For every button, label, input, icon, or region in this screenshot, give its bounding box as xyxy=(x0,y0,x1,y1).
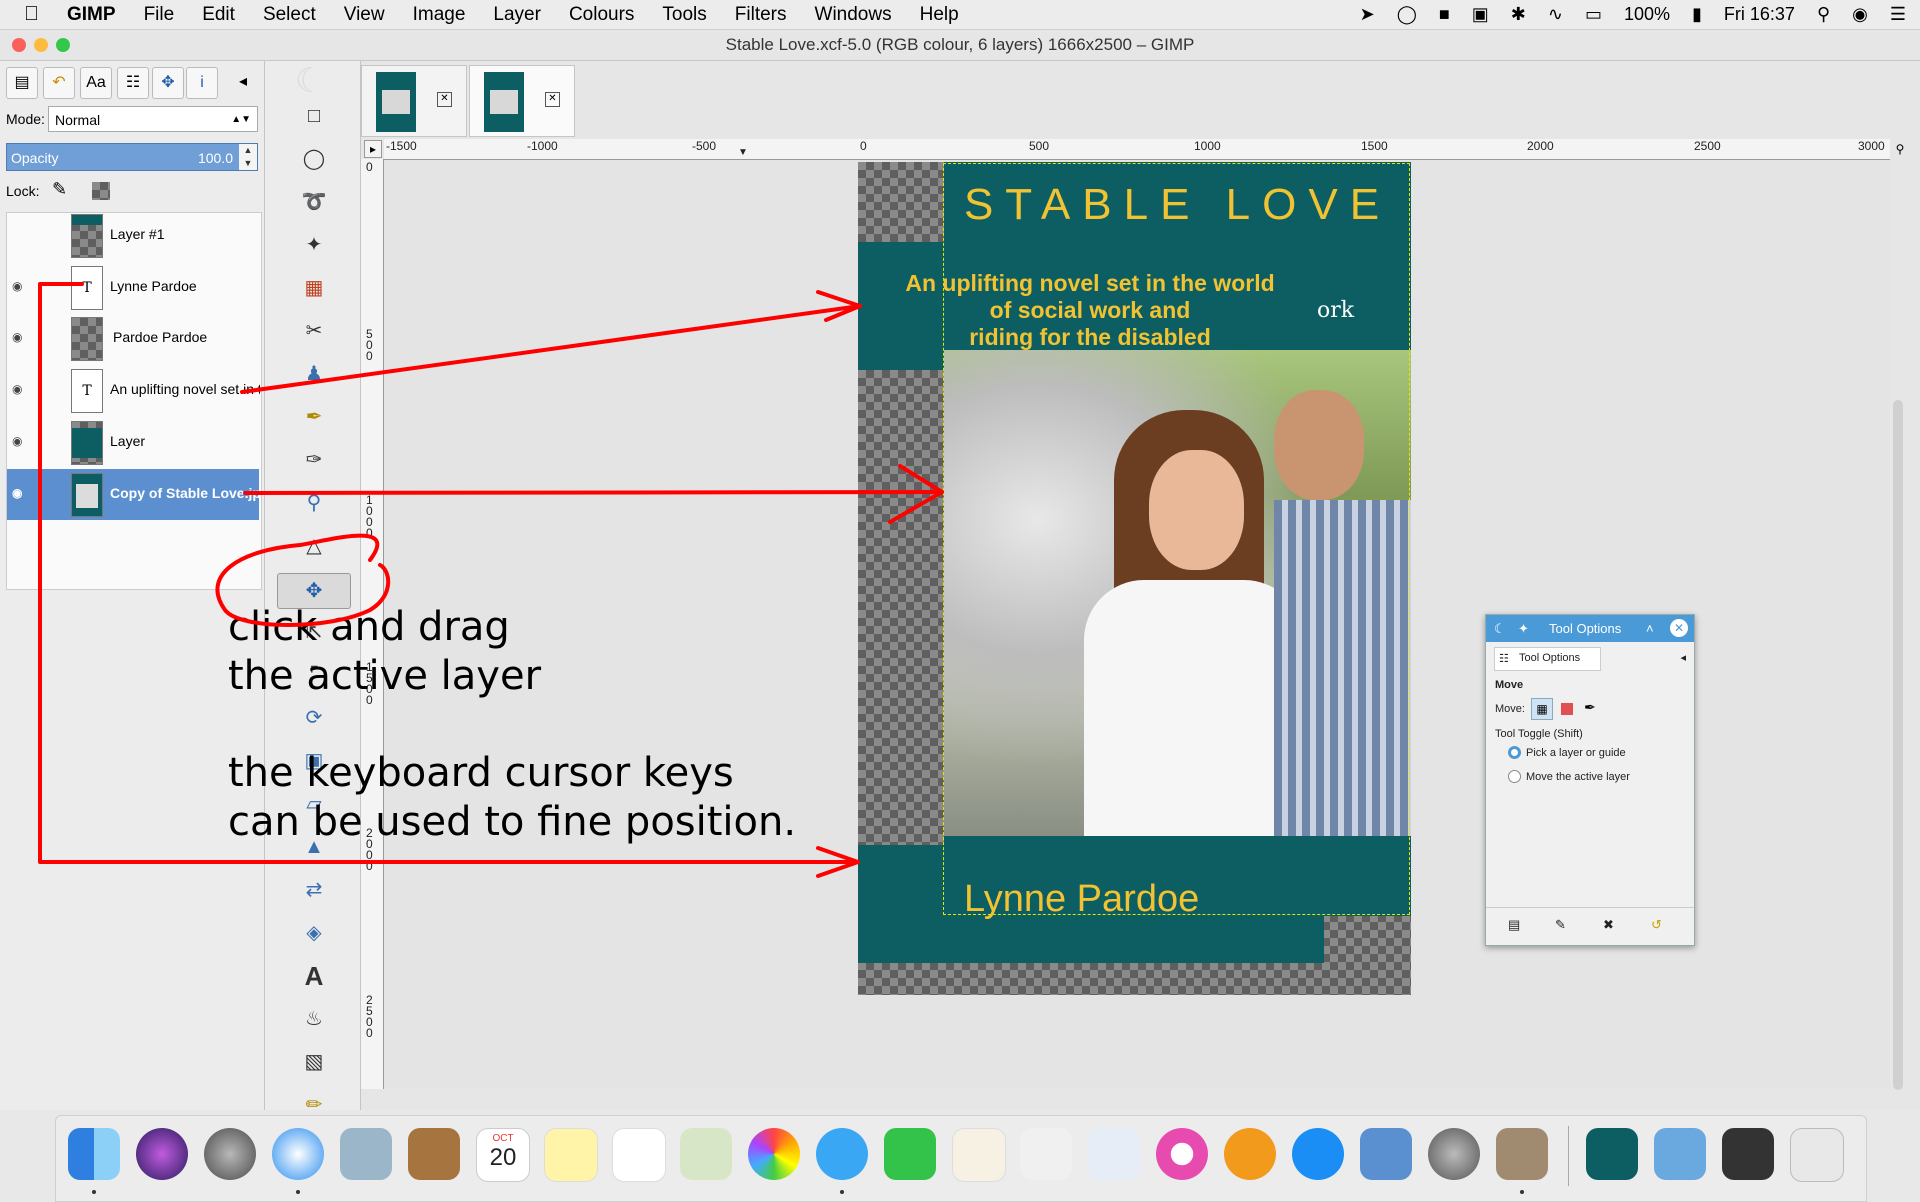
divider xyxy=(1486,907,1694,908)
contacts-icon[interactable] xyxy=(408,1128,460,1180)
calendar-month: OCT xyxy=(492,1133,514,1144)
running-indicator xyxy=(92,1190,96,1194)
move-path-mode-icon[interactable]: ✒ xyxy=(1584,699,1596,716)
tool-toggle-label: Tool Toggle (Shift) xyxy=(1495,728,1583,740)
move-selection-mode-icon[interactable] xyxy=(1561,703,1573,715)
safari-icon[interactable] xyxy=(272,1128,324,1180)
siri-icon[interactable] xyxy=(136,1128,188,1180)
reset-options-icon[interactable]: ↺ xyxy=(1651,917,1662,933)
messages-icon[interactable] xyxy=(816,1128,868,1180)
notes-icon[interactable] xyxy=(544,1128,598,1182)
reminders-icon[interactable] xyxy=(612,1128,666,1182)
calendar-day: 20 xyxy=(489,1144,517,1171)
photos-icon[interactable] xyxy=(748,1128,800,1180)
restore-options-icon[interactable]: ✎ xyxy=(1555,917,1566,933)
arrow-tagline-line xyxy=(240,304,862,394)
numbers-icon[interactable] xyxy=(1020,1128,1072,1180)
annotation-overlay xyxy=(38,282,1648,878)
arrow-tagline-head xyxy=(816,290,862,322)
configure-tab-icon[interactable]: ◂ xyxy=(1680,651,1686,664)
tool-options-dialog: ☾ ✦ Tool Options ˄ ✕ ☷ Tool Options ◂ Mo… xyxy=(1485,614,1695,946)
screen-app-icon[interactable] xyxy=(1360,1128,1412,1180)
arrow-photo-line xyxy=(243,490,944,495)
photo-app-icon[interactable] xyxy=(340,1128,392,1180)
close-icon[interactable]: ✕ xyxy=(1670,619,1688,637)
tool-options-tab-icon: ☷ xyxy=(1499,653,1509,665)
move-tool-circle xyxy=(215,533,391,627)
folder-icon[interactable] xyxy=(1654,1128,1706,1180)
gimp-icon: ☾ xyxy=(1494,621,1506,636)
delete-options-icon[interactable]: ✖ xyxy=(1603,917,1614,933)
running-indicator xyxy=(1520,1190,1524,1194)
tool-options-tab[interactable]: ☷ Tool Options xyxy=(1494,647,1601,671)
system-preferences-icon[interactable] xyxy=(1428,1128,1480,1180)
arrow-author-line xyxy=(38,282,860,864)
document-thumbnail-icon[interactable] xyxy=(1586,1128,1638,1180)
move-active-layer-label: Move the active layer xyxy=(1526,771,1630,783)
ibooks-icon[interactable] xyxy=(1224,1128,1276,1180)
save-options-icon[interactable]: ▤ xyxy=(1508,917,1520,933)
dock-divider xyxy=(1568,1126,1569,1186)
running-indicator xyxy=(296,1190,300,1194)
gimp-dock-icon[interactable] xyxy=(1496,1128,1548,1180)
screenshot-stack-icon[interactable] xyxy=(1722,1128,1774,1180)
maps-icon[interactable] xyxy=(680,1128,732,1180)
facetime-icon[interactable] xyxy=(884,1128,936,1180)
itunes-icon[interactable] xyxy=(1156,1128,1208,1180)
trash-icon[interactable] xyxy=(1790,1128,1844,1182)
move-layer-mode-icon[interactable]: ▦ xyxy=(1531,698,1553,720)
tool-options-tab-label: Tool Options xyxy=(1519,652,1581,664)
tool-options-title: Tool Options xyxy=(1549,621,1622,636)
move-active-layer-radio[interactable] xyxy=(1508,770,1521,783)
pin-icon[interactable]: ✦ xyxy=(1518,615,1529,642)
app-store-icon[interactable] xyxy=(1292,1128,1344,1180)
running-indicator xyxy=(840,1190,844,1194)
tool-name: Move xyxy=(1495,679,1524,691)
move-mode-label: Move: xyxy=(1495,703,1525,715)
keynote-icon[interactable] xyxy=(1088,1128,1140,1180)
collapse-icon[interactable]: ˄ xyxy=(1646,615,1654,642)
calendar-icon[interactable]: OCT 20 xyxy=(476,1128,530,1182)
launchpad-icon[interactable] xyxy=(204,1128,256,1180)
pick-layer-radio[interactable] xyxy=(1508,746,1521,759)
dock: OCT 20 xyxy=(55,1115,1867,1202)
pick-layer-label: Pick a layer or guide xyxy=(1526,747,1626,759)
pages-icon[interactable] xyxy=(952,1128,1006,1182)
finder-icon[interactable] xyxy=(68,1128,120,1180)
tool-options-titlebar[interactable]: ☾ ✦ Tool Options ˄ ✕ xyxy=(1486,615,1694,642)
